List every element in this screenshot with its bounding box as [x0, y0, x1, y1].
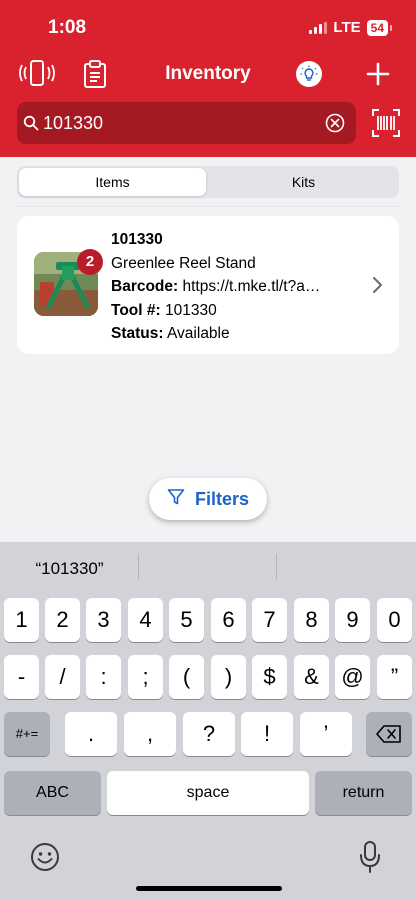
keyboard-suggestion[interactable]: “101330” [0, 559, 139, 579]
battery-icon: 54 [366, 19, 393, 36]
key-9[interactable]: 9 [335, 598, 370, 642]
item-details: 101330 Greenlee Reel Stand Barcode: http… [111, 228, 371, 346]
key-2[interactable]: 2 [45, 598, 80, 642]
add-icon[interactable] [364, 60, 392, 88]
status-time: 1:08 [48, 17, 87, 38]
home-indicator [136, 886, 282, 891]
tool-number-label: Tool #: [111, 301, 161, 319]
tab-items[interactable]: Items [19, 168, 206, 196]
page-title: Inventory [165, 63, 251, 84]
search-input[interactable] [43, 109, 313, 137]
key-slash[interactable]: / [45, 655, 80, 699]
key-return[interactable]: return [315, 771, 412, 815]
key-5[interactable]: 5 [169, 598, 204, 642]
item-tool-row: Tool #: 101330 [111, 299, 371, 323]
filters-button[interactable]: Filters [149, 478, 267, 520]
key-colon[interactable]: : [86, 655, 121, 699]
backspace-icon [376, 724, 402, 743]
key-space[interactable]: space [107, 771, 309, 815]
microphone-icon[interactable] [358, 840, 382, 874]
search-bar[interactable] [17, 102, 356, 144]
filters-label: Filters [194, 488, 250, 509]
barcode-label: Barcode: [111, 278, 179, 295]
delete-key[interactable] [366, 712, 412, 756]
key-symbols-shift[interactable]: #+= [4, 712, 50, 756]
clear-search-icon[interactable] [325, 113, 345, 133]
key-open-paren[interactable]: ( [169, 655, 204, 699]
divider [17, 206, 399, 207]
tool-number-value: 101330 [164, 301, 217, 319]
item-id: 101330 [111, 231, 163, 248]
signal-icon [309, 21, 328, 34]
key-exclamation[interactable]: ! [241, 712, 293, 756]
key-comma[interactable]: , [124, 712, 176, 756]
item-status-row: Status: Available [111, 322, 371, 346]
key-period[interactable]: . [65, 712, 117, 756]
key-7[interactable]: 7 [252, 598, 287, 642]
key-3[interactable]: 3 [86, 598, 121, 642]
chevron-right-icon [372, 276, 384, 294]
tab-kits[interactable]: Kits [210, 168, 397, 196]
suggestion-divider [276, 554, 277, 580]
emoji-icon[interactable] [30, 842, 60, 872]
item-barcode-row: Barcode: https://t.mke.tl/t?a… [111, 275, 371, 299]
key-abc[interactable]: ABC [4, 771, 101, 815]
key-question[interactable]: ? [183, 712, 235, 756]
key-0[interactable]: 0 [377, 598, 412, 642]
network-label: LTE [333, 19, 361, 36]
barcode-scan-icon[interactable] [372, 109, 400, 137]
status-label: Status: [111, 325, 164, 342]
inventory-item-card[interactable]: 101330 Greenlee Reel Stand Barcode: http… [17, 216, 399, 354]
key-semicolon[interactable]: ; [128, 655, 163, 699]
status-value: Available [167, 325, 230, 342]
key-8[interactable]: 8 [294, 598, 329, 642]
suggestion-divider [138, 554, 139, 580]
lightbulb-icon[interactable] [296, 61, 322, 87]
on-screen-keyboard: “101330” 1 2 3 4 5 6 7 8 9 0 - / : ; ( )… [0, 542, 416, 900]
filter-funnel-icon [167, 488, 185, 511]
key-close-paren[interactable]: ) [211, 655, 246, 699]
key-ampersand[interactable]: & [294, 655, 329, 699]
key-1[interactable]: 1 [4, 598, 39, 642]
items-kits-segmented-control: Items Kits [17, 166, 399, 198]
key-4[interactable]: 4 [128, 598, 163, 642]
keyboard-suggestion-bar: “101330” [0, 542, 416, 594]
item-name: Greenlee Reel Stand [111, 254, 256, 272]
key-6[interactable]: 6 [211, 598, 246, 642]
item-count-badge: 2 [77, 249, 103, 275]
key-apostrophe[interactable]: ’ [300, 712, 352, 756]
search-icon [23, 115, 39, 131]
key-quote[interactable]: ” [377, 655, 412, 699]
key-dollar[interactable]: $ [252, 655, 287, 699]
key-hyphen[interactable]: - [4, 655, 39, 699]
barcode-value: https://t.mke.tl/t?a… [182, 278, 321, 295]
status-indicators: LTE 54 [309, 19, 393, 36]
app-header: 1:08 LTE 54 Inventory [0, 0, 416, 157]
key-at[interactable]: @ [335, 655, 370, 699]
